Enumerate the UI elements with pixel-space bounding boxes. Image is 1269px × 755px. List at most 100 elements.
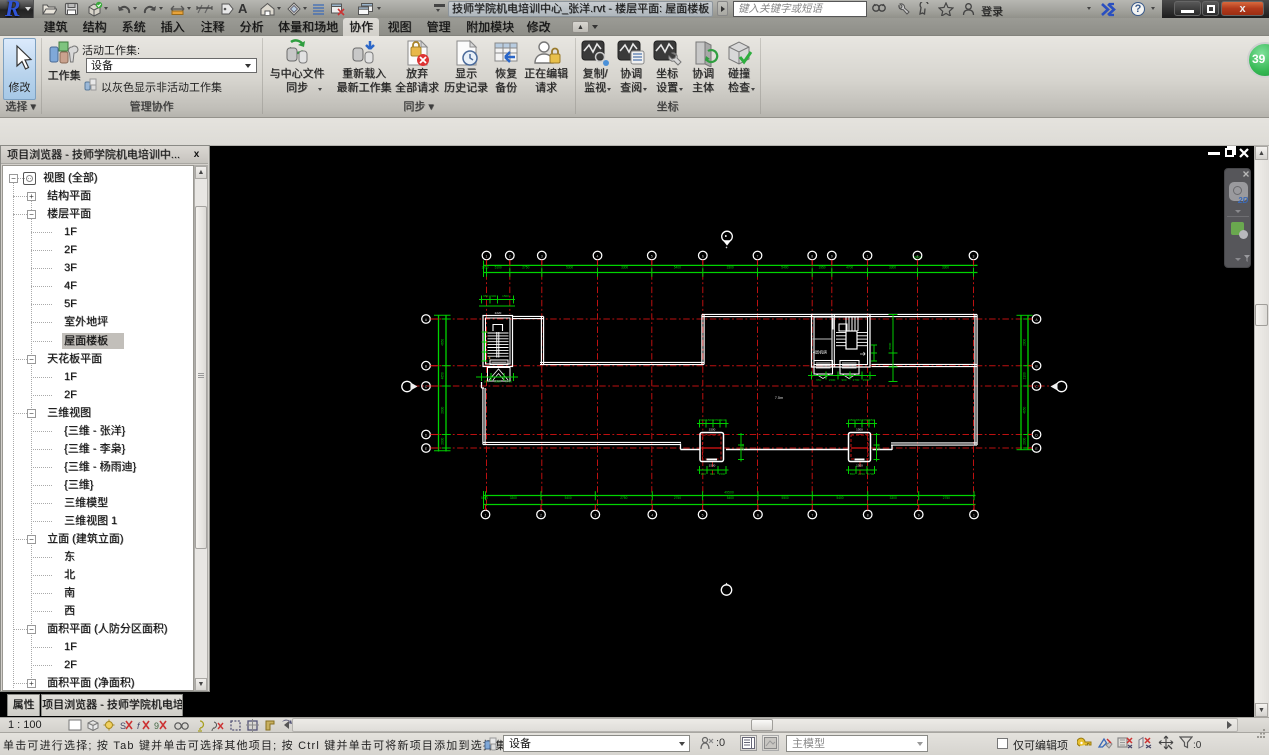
svg-text:1500: 1500 bbox=[709, 463, 716, 467]
svg-text:1500: 1500 bbox=[719, 472, 726, 476]
svg-text:2220: 2220 bbox=[495, 311, 502, 315]
svg-text:1500: 1500 bbox=[856, 428, 863, 432]
svg-text:1: 1 bbox=[485, 513, 487, 517]
svg-text:5400: 5400 bbox=[836, 496, 843, 500]
svg-text:9: 9 bbox=[831, 254, 833, 258]
svg-text:1500: 1500 bbox=[856, 463, 863, 467]
svg-text:5500: 5500 bbox=[782, 496, 789, 500]
svg-text:5: 5 bbox=[651, 254, 653, 258]
svg-text:3: 3 bbox=[973, 254, 975, 258]
svg-text:650: 650 bbox=[856, 418, 861, 422]
svg-text:9: 9 bbox=[154, 721, 159, 731]
svg-text:3300: 3300 bbox=[510, 496, 517, 500]
svg-text:900: 900 bbox=[841, 378, 846, 382]
svg-text:2: 2 bbox=[509, 254, 511, 258]
svg-text:2000: 2000 bbox=[1023, 437, 1027, 444]
svg-text:650: 650 bbox=[869, 418, 874, 422]
svg-text:5400: 5400 bbox=[565, 496, 572, 500]
svg-text:4: 4 bbox=[597, 254, 599, 258]
svg-text:2750: 2750 bbox=[620, 496, 627, 500]
svg-text:3: 3 bbox=[594, 513, 596, 517]
svg-text:900: 900 bbox=[701, 472, 706, 476]
svg-text:7: 7 bbox=[757, 254, 759, 258]
svg-text:2700: 2700 bbox=[858, 472, 865, 476]
svg-text:1: 1 bbox=[867, 254, 869, 258]
svg-text:E: E bbox=[425, 447, 428, 451]
svg-text:8: 8 bbox=[867, 513, 869, 517]
svg-text:1500: 1500 bbox=[706, 418, 713, 422]
svg-text:9: 9 bbox=[918, 513, 920, 517]
svg-text:6: 6 bbox=[702, 254, 704, 258]
svg-text:7.5m: 7.5m bbox=[775, 396, 783, 400]
svg-text:900: 900 bbox=[700, 418, 705, 422]
svg-text:3300: 3300 bbox=[621, 266, 628, 270]
svg-text:8: 8 bbox=[811, 254, 813, 258]
svg-text:4: 4 bbox=[651, 513, 653, 517]
svg-text:1: 1 bbox=[486, 254, 488, 258]
svg-text:5500: 5500 bbox=[888, 342, 892, 349]
svg-text:B: B bbox=[425, 365, 428, 369]
svg-text:2750: 2750 bbox=[674, 496, 681, 500]
svg-text:4650: 4650 bbox=[1023, 406, 1027, 413]
svg-text:1500: 1500 bbox=[494, 380, 501, 384]
svg-text:S: S bbox=[120, 721, 126, 731]
svg-text:1: 1 bbox=[973, 513, 975, 517]
svg-text:7: 7 bbox=[811, 513, 813, 517]
svg-text:3000: 3000 bbox=[741, 443, 745, 450]
svg-text:900: 900 bbox=[491, 294, 496, 298]
svg-text:B: B bbox=[1035, 365, 1038, 369]
svg-text:2100: 2100 bbox=[1023, 372, 1027, 379]
svg-text:2700: 2700 bbox=[713, 418, 720, 422]
svg-text:D: D bbox=[425, 433, 428, 437]
svg-text:3: 3 bbox=[541, 254, 543, 258]
svg-text:2700: 2700 bbox=[505, 380, 512, 384]
svg-text:f: f bbox=[137, 721, 141, 731]
svg-text:C: C bbox=[1035, 385, 1038, 389]
svg-text:3300: 3300 bbox=[889, 266, 896, 270]
svg-text:C: C bbox=[425, 385, 428, 389]
svg-text:4650: 4650 bbox=[440, 372, 444, 379]
svg-text:650: 650 bbox=[816, 378, 821, 382]
svg-text:2700: 2700 bbox=[853, 378, 860, 382]
svg-text:1500: 1500 bbox=[709, 428, 716, 432]
svg-text:1500: 1500 bbox=[829, 378, 836, 382]
svg-text:650: 650 bbox=[850, 472, 855, 476]
svg-text:2700: 2700 bbox=[867, 472, 874, 476]
svg-text:E: E bbox=[1035, 447, 1038, 451]
svg-text:1950: 1950 bbox=[818, 266, 825, 270]
svg-text:5400: 5400 bbox=[781, 266, 788, 270]
svg-text:2: 2 bbox=[917, 254, 919, 258]
svg-text:D: D bbox=[1035, 433, 1038, 437]
svg-text:5100: 5100 bbox=[495, 266, 502, 270]
svg-text:650: 650 bbox=[849, 418, 854, 422]
svg-text:1500: 1500 bbox=[863, 378, 870, 382]
svg-text:A: A bbox=[1035, 318, 1038, 322]
svg-text:3300: 3300 bbox=[727, 266, 734, 270]
svg-text:900: 900 bbox=[710, 472, 715, 476]
svg-text:6: 6 bbox=[757, 513, 759, 517]
svg-text:5400: 5400 bbox=[727, 496, 734, 500]
svg-text:5: 5 bbox=[702, 513, 704, 517]
svg-text:A: A bbox=[425, 318, 428, 322]
svg-text:2000: 2000 bbox=[440, 406, 444, 413]
svg-text:5300: 5300 bbox=[566, 266, 573, 270]
svg-text:2: 2 bbox=[540, 513, 542, 517]
svg-text:4层机房: 4层机房 bbox=[813, 349, 827, 355]
svg-text:5400: 5400 bbox=[674, 266, 681, 270]
svg-text:49500: 49500 bbox=[724, 491, 734, 495]
svg-text:1950: 1950 bbox=[481, 266, 488, 270]
svg-text:3300: 3300 bbox=[890, 496, 897, 500]
svg-text:650: 650 bbox=[483, 294, 488, 298]
svg-text:5500: 5500 bbox=[481, 496, 488, 500]
svg-text:4700: 4700 bbox=[846, 266, 853, 270]
svg-text:900: 900 bbox=[484, 380, 489, 384]
svg-text:2750: 2750 bbox=[943, 496, 950, 500]
svg-text:2000: 2000 bbox=[440, 437, 444, 444]
svg-text:2750: 2750 bbox=[522, 266, 529, 270]
svg-text:3300: 3300 bbox=[942, 266, 949, 270]
svg-text:4650: 4650 bbox=[440, 339, 444, 346]
svg-text:2700: 2700 bbox=[862, 418, 869, 422]
svg-text:3000: 3000 bbox=[877, 443, 881, 450]
svg-text:1500: 1500 bbox=[502, 294, 509, 298]
svg-text:2000: 2000 bbox=[1023, 339, 1027, 346]
